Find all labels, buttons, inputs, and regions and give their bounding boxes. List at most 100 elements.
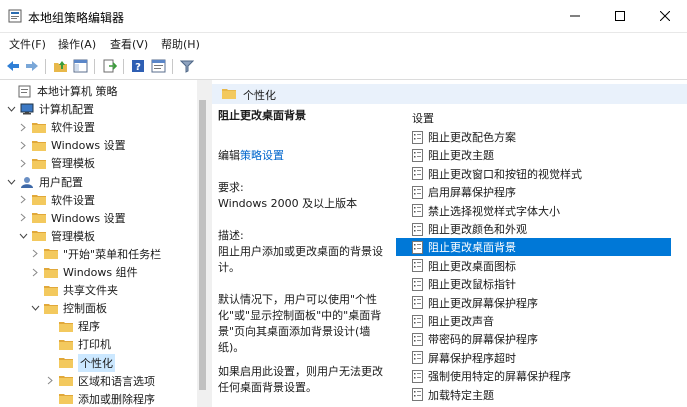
back-button[interactable] (4, 58, 22, 74)
setting-item[interactable]: 阻止更改配色方案 (396, 128, 671, 146)
setting-item[interactable]: 带密码的屏幕保护程序 (396, 330, 671, 348)
tree-item-label: 管理模板 (51, 157, 95, 171)
policy-setting-icon (412, 314, 423, 328)
chevron-right-icon[interactable] (30, 249, 40, 259)
setting-item[interactable]: 阻止更改颜色和外观 (396, 220, 671, 238)
settings-column-header[interactable]: 设置 (412, 110, 434, 126)
menu-action[interactable]: 操作(A) (58, 36, 96, 52)
tree-item-label: Windows 设置 (51, 139, 126, 153)
chevron-down-icon[interactable] (30, 303, 40, 313)
tree-item[interactable]: 计算机配置 (6, 100, 94, 118)
setting-item[interactable]: 阻止更改主题 (396, 146, 671, 164)
tree-item-label: 本地计算机 策略 (37, 85, 118, 98)
folder-icon (59, 375, 73, 387)
setting-item[interactable]: 强制使用特定的屏幕保护程序 (396, 367, 671, 385)
tree-item[interactable]: 打印机 (45, 335, 111, 353)
menu-file[interactable]: 文件(F) (9, 36, 46, 52)
tree-item[interactable]: Windows 设置 (18, 209, 126, 227)
forward-icon (26, 61, 38, 71)
properties-icon (151, 59, 165, 73)
folder-icon (44, 285, 58, 296)
setting-item[interactable]: 加载特定主题 (396, 386, 671, 404)
chevron-right-icon[interactable] (18, 122, 28, 132)
tree-item[interactable]: Windows 设置 (18, 136, 126, 154)
up-folder-button[interactable] (51, 58, 69, 74)
forward-button[interactable] (23, 58, 41, 74)
tree-item[interactable]: 软件设置 (18, 191, 95, 209)
chevron-right-icon[interactable] (30, 267, 40, 277)
tree-item[interactable]: Windows 组件 (30, 263, 138, 281)
chevron-right-icon[interactable] (18, 158, 28, 168)
setting-item[interactable]: 阻止更改声音 (396, 312, 671, 330)
menu-help[interactable]: 帮助(H) (161, 36, 200, 52)
default-line-4: 纸)。 (218, 341, 245, 354)
tree-item[interactable]: 用户配置 (6, 173, 83, 191)
tree-item[interactable]: 管理模板 (18, 227, 95, 245)
maximize-button[interactable] (597, 0, 642, 32)
chevron-right-icon[interactable] (18, 213, 28, 223)
tree-item-label: 软件设置 (51, 193, 95, 207)
menu-view[interactable]: 查看(V) (110, 36, 148, 52)
properties-button[interactable] (149, 58, 167, 74)
policy-setting-icon (412, 240, 423, 254)
edit-policy-link[interactable]: 策略设置 (240, 149, 284, 162)
tree-item[interactable]: 本地计算机 策略 (4, 82, 118, 100)
setting-label: 阻止更改颜色和外观 (428, 223, 527, 236)
policy-setting-icon (412, 369, 423, 383)
setting-item[interactable]: 启用屏幕保护程序 (396, 183, 671, 201)
up-folder-icon (53, 61, 67, 72)
setting-label: 阻止更改鼠标指针 (428, 278, 516, 292)
tree-item[interactable]: 软件设置 (18, 118, 95, 136)
tree-item-label: 个性化 (78, 353, 115, 372)
setting-label: 带密码的屏幕保护程序 (428, 333, 538, 347)
export-list-button[interactable] (100, 58, 118, 74)
help-icon: ? (132, 60, 144, 73)
folder-icon (32, 140, 46, 151)
chevron-down-icon[interactable] (6, 104, 16, 114)
tree-item[interactable]: 区域和语言选项 (45, 372, 155, 390)
tree-item-label: 软件设置 (51, 121, 95, 135)
help-button[interactable]: ? (129, 58, 147, 74)
enable-line-2: 任何桌面背景设置。 (218, 381, 317, 394)
chevron-right-icon[interactable] (18, 195, 28, 205)
show-hide-tree-button[interactable] (71, 58, 89, 74)
tree-item[interactable]: "开始"菜单和任务栏 (30, 245, 161, 263)
setting-item[interactable]: 阻止更改窗口和按钮的视觉样式 (396, 165, 671, 183)
chevron-right-icon[interactable] (18, 140, 28, 150)
tree-scrollbar[interactable] (197, 80, 208, 407)
tree-item[interactable]: 管理模板 (18, 154, 95, 172)
setting-item[interactable]: 禁止选择视觉样式字体大小 (396, 202, 671, 220)
minimize-button[interactable] (552, 0, 597, 32)
description-line-2: 计。 (218, 261, 240, 274)
filter-button[interactable] (178, 58, 196, 74)
requirements-value: Windows 2000 及以上版本 (218, 197, 358, 210)
folder-icon (59, 321, 73, 332)
tree-item[interactable]: 个性化 (45, 353, 115, 372)
tree-item[interactable]: 控制面板 (30, 299, 107, 317)
toolbar: ? (0, 54, 687, 80)
setting-item[interactable]: 阻止更改鼠标指针 (396, 275, 671, 293)
tree-item[interactable]: 添加或删除程序 (45, 390, 155, 407)
tree-item[interactable]: 程序 (45, 317, 100, 335)
tree-item[interactable]: 共享文件夹 (30, 281, 118, 299)
setting-label: 阻止更改桌面背景 (428, 241, 516, 255)
tree-item-label: 控制面板 (63, 302, 107, 316)
setting-item[interactable]: 屏幕保护程序超时 (396, 349, 671, 367)
setting-item[interactable]: 阻止更改屏幕保护程序 (396, 294, 671, 312)
filter-icon (180, 60, 194, 73)
close-button[interactable] (642, 0, 687, 32)
show-hide-tree-icon (73, 59, 87, 73)
policy-setting-icon (412, 296, 423, 310)
chevron-down-icon[interactable] (18, 231, 28, 241)
setting-item[interactable]: 阻止更改桌面背景 (396, 238, 671, 257)
folder-icon (59, 357, 73, 368)
chevron-right-icon[interactable] (45, 376, 55, 386)
tree-scroll-thumb[interactable] (199, 100, 206, 390)
chevron-down-icon[interactable] (6, 177, 16, 187)
setting-label: 强制使用特定的屏幕保护程序 (428, 370, 571, 384)
description-line-1: 阻止用户添加或更改桌面的背景设 (218, 245, 383, 258)
tree-item-label: 用户配置 (39, 175, 83, 189)
description-label: 描述: (218, 229, 244, 242)
setting-item[interactable]: 阻止更改桌面图标 (396, 257, 671, 275)
